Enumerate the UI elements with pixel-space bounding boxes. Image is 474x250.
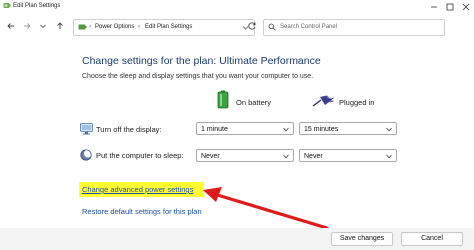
- column-header-plugged-in: Plugged in: [339, 98, 375, 107]
- display-plugged-dropdown[interactable]: 15 minutes: [299, 122, 397, 135]
- refresh-icon[interactable]: [247, 21, 257, 31]
- battery-icon: [217, 90, 229, 109]
- display-battery-value: 1 minute: [201, 125, 228, 133]
- display-battery-dropdown[interactable]: 1 minute: [196, 122, 294, 135]
- page-description: Choose the sleep and display settings th…: [82, 73, 314, 80]
- sleep-label: Put the computer to sleep:: [96, 151, 184, 160]
- up-arrow-icon[interactable]: [55, 21, 65, 31]
- chevron-down-icon: [283, 154, 289, 159]
- breadcrumb-edit-plan-settings[interactable]: Edit Plan Settings: [145, 24, 192, 30]
- recent-locations-chevron-icon[interactable]: [38, 21, 48, 31]
- display-plugged-value: 15 minutes: [304, 125, 339, 133]
- plug-icon: [312, 95, 334, 107]
- control-panel-icon: [78, 24, 87, 30]
- minimize-button[interactable]: [426, 0, 442, 13]
- sleep-battery-value: Never: [201, 152, 220, 160]
- save-changes-button[interactable]: Save changes: [331, 232, 393, 246]
- breadcrumb-power-options[interactable]: Power Options: [95, 24, 134, 30]
- cancel-button[interactable]: Cancel: [401, 232, 463, 246]
- maximize-icon: [446, 3, 454, 11]
- path-separator-icon: ›: [89, 23, 91, 30]
- forward-arrow-icon[interactable]: [22, 21, 32, 31]
- chevron-down-icon: [386, 154, 392, 159]
- change-advanced-power-settings-link[interactable]: Change advanced power settings: [82, 185, 193, 194]
- close-icon: [462, 3, 470, 11]
- address-path[interactable]: › Power Options › Edit Plan Settings: [73, 19, 255, 36]
- page-title: Change settings for the plan: Ultimate P…: [82, 55, 321, 67]
- chevron-down-icon: [283, 127, 289, 132]
- path-separator-icon: ›: [138, 23, 140, 30]
- restore-defaults-link[interactable]: Restore default settings for this plan: [82, 207, 202, 216]
- chevron-down-icon: [386, 127, 392, 132]
- power-options-app-icon: [3, 3, 11, 8]
- search-input[interactable]: Search Control Panel: [263, 19, 445, 36]
- close-button[interactable]: [458, 0, 474, 13]
- maximize-button[interactable]: [442, 0, 458, 13]
- display-icon: [80, 123, 93, 135]
- sleep-plugged-value: Never: [304, 152, 323, 160]
- column-header-on-battery: On battery: [236, 98, 272, 107]
- search-icon: [268, 23, 276, 31]
- title-bar: Edit Plan Settings: [0, 0, 474, 13]
- sleep-plugged-dropdown[interactable]: Never: [299, 149, 397, 162]
- sleep-battery-dropdown[interactable]: Never: [196, 149, 294, 162]
- window-title: Edit Plan Settings: [13, 3, 61, 9]
- minimize-icon: [431, 6, 437, 8]
- search-placeholder: Search Control Panel: [280, 24, 338, 30]
- back-arrow-icon[interactable]: [6, 21, 16, 31]
- sleep-moon-icon: [80, 149, 92, 161]
- turn-off-display-label: Turn off the display:: [96, 125, 162, 134]
